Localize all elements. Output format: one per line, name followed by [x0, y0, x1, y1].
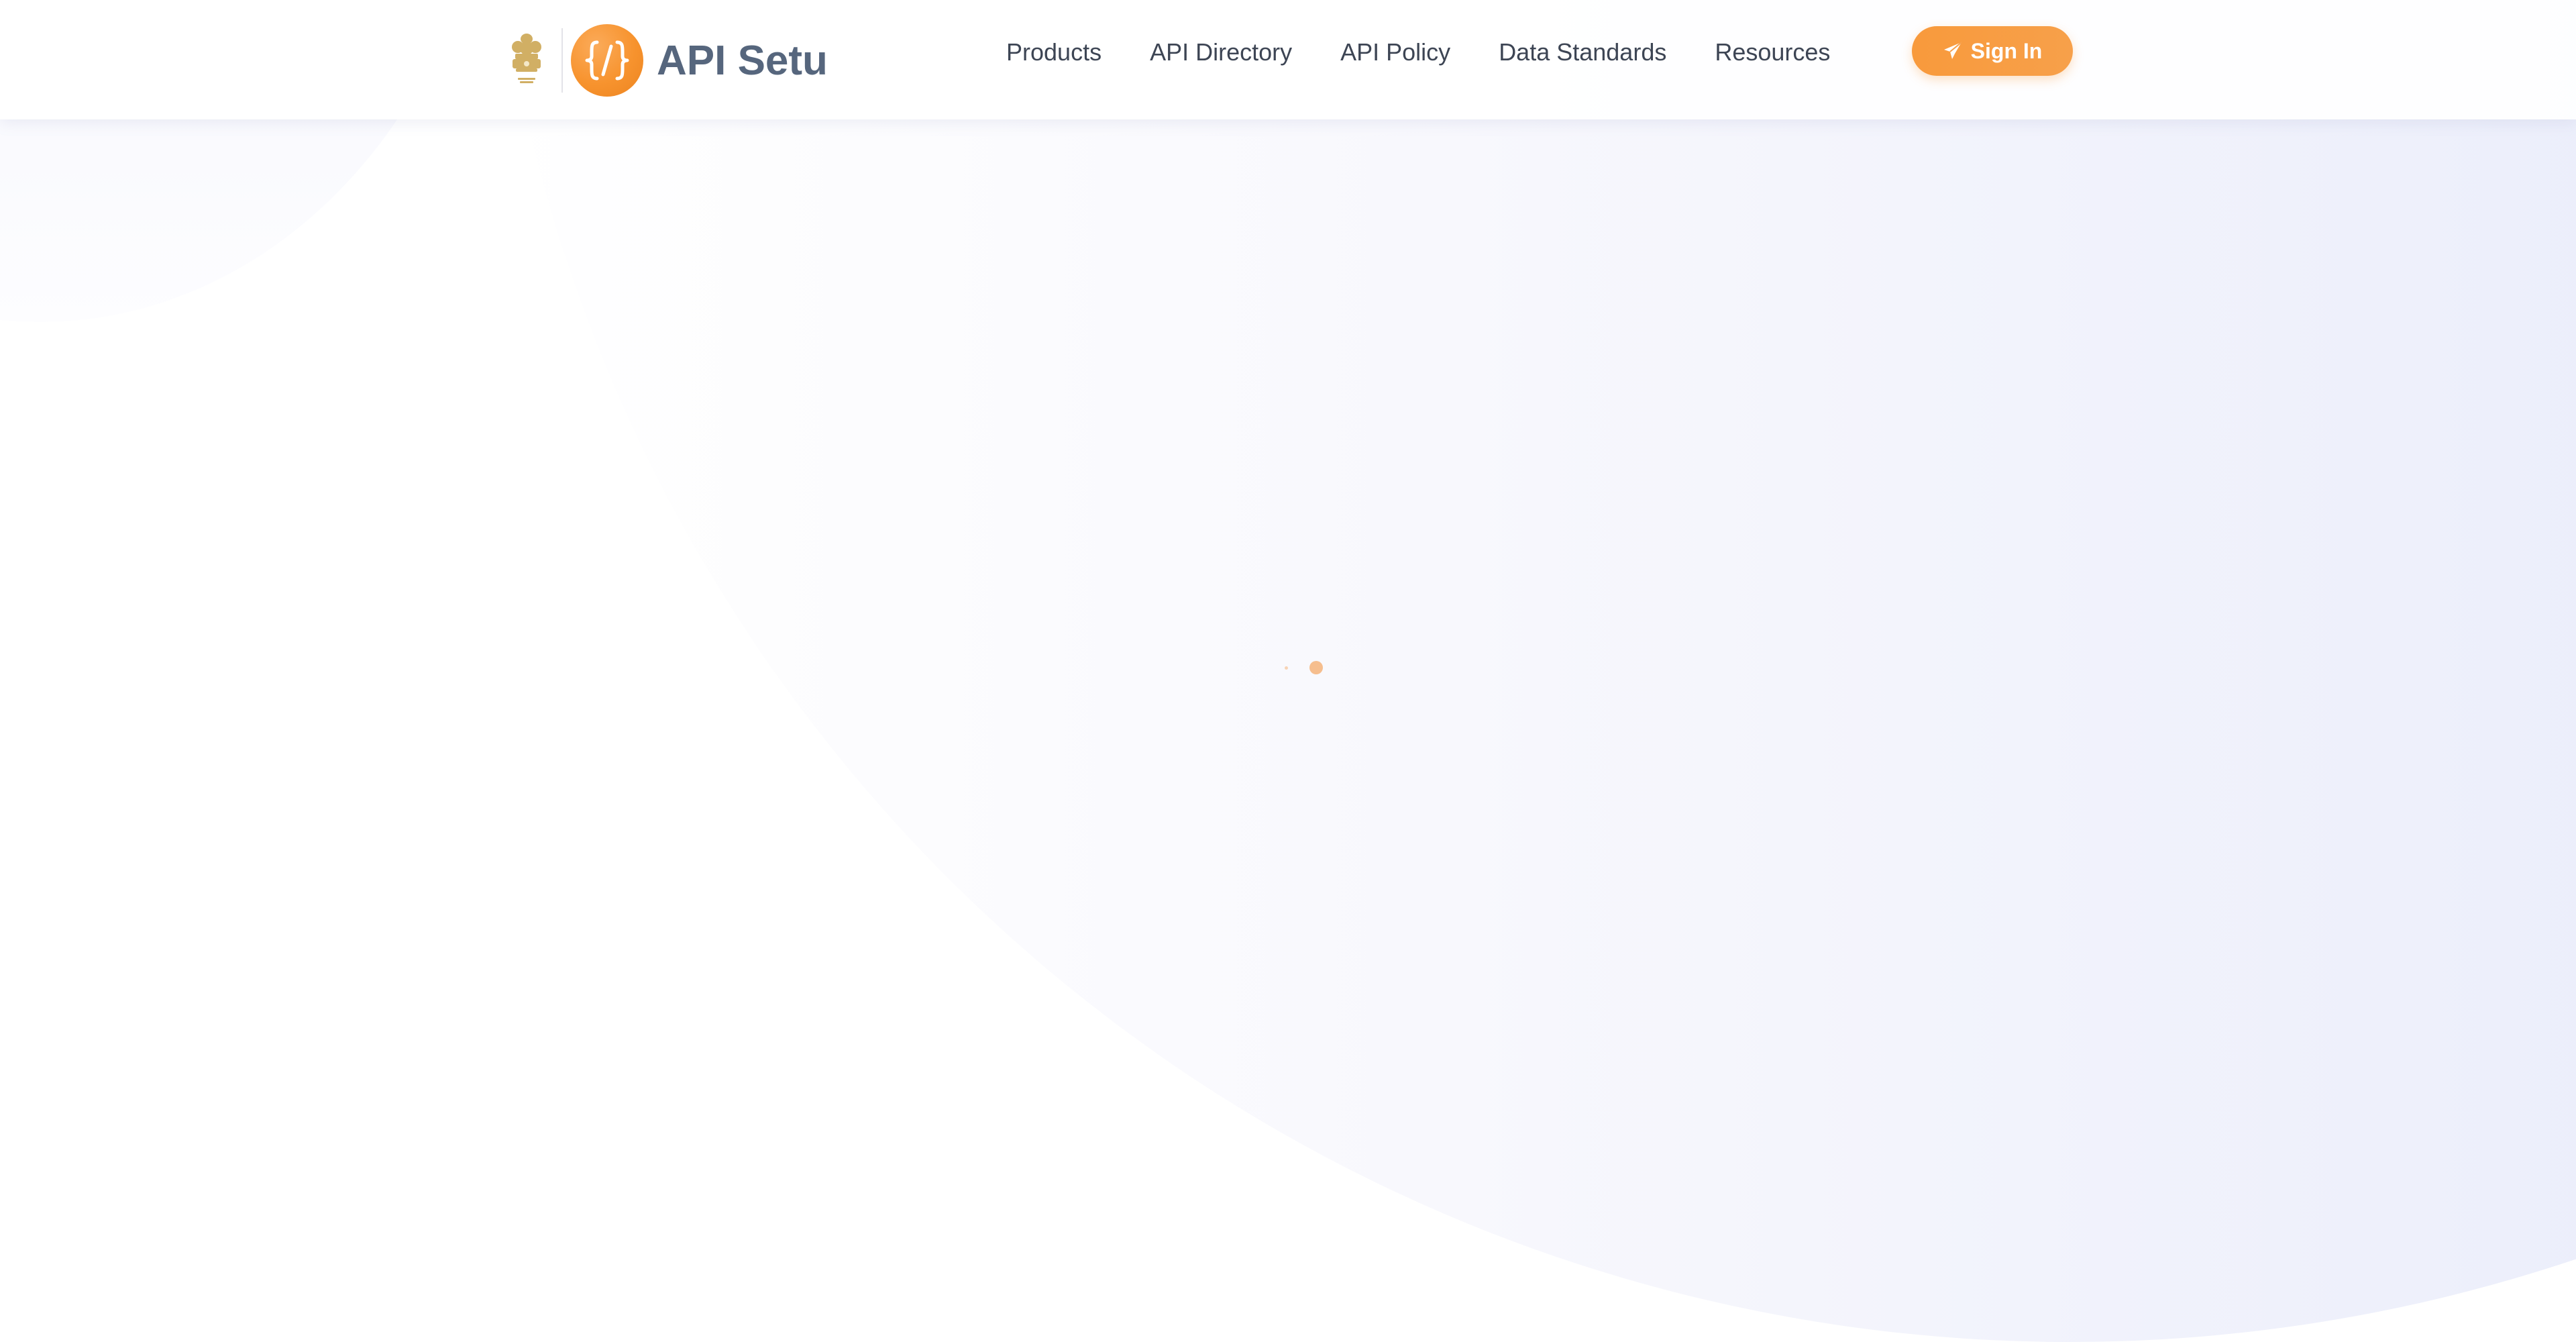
loading-dots-icon [1281, 658, 1328, 678]
paper-plane-icon [1943, 42, 1962, 59]
main-nav: Products API Directory API Policy Data S… [1006, 34, 1830, 71]
sign-in-label: Sign In [1970, 38, 2043, 63]
nav-item-api-directory[interactable]: API Directory [1150, 38, 1292, 66]
loader-dot [1309, 661, 1323, 674]
brand-name: API Setu [657, 37, 828, 84]
state-emblem-icon [512, 34, 541, 83]
brand-divider [561, 28, 563, 93]
nav-item-api-policy[interactable]: API Policy [1340, 38, 1450, 66]
top-navbar: API Setu Products API Directory API Poli… [0, 0, 2576, 119]
nav-item-resources[interactable]: Resources [1715, 38, 1830, 66]
sign-in-button[interactable]: Sign In [1912, 26, 2073, 76]
nav-item-products[interactable]: Products [1006, 38, 1102, 66]
background-arc-shape [486, 0, 2576, 1342]
brand-link[interactable]: API Setu [506, 13, 828, 107]
code-braces-icon [571, 24, 643, 97]
nav-item-data-standards[interactable]: Data Standards [1499, 38, 1666, 66]
loader-dot [1285, 666, 1288, 670]
